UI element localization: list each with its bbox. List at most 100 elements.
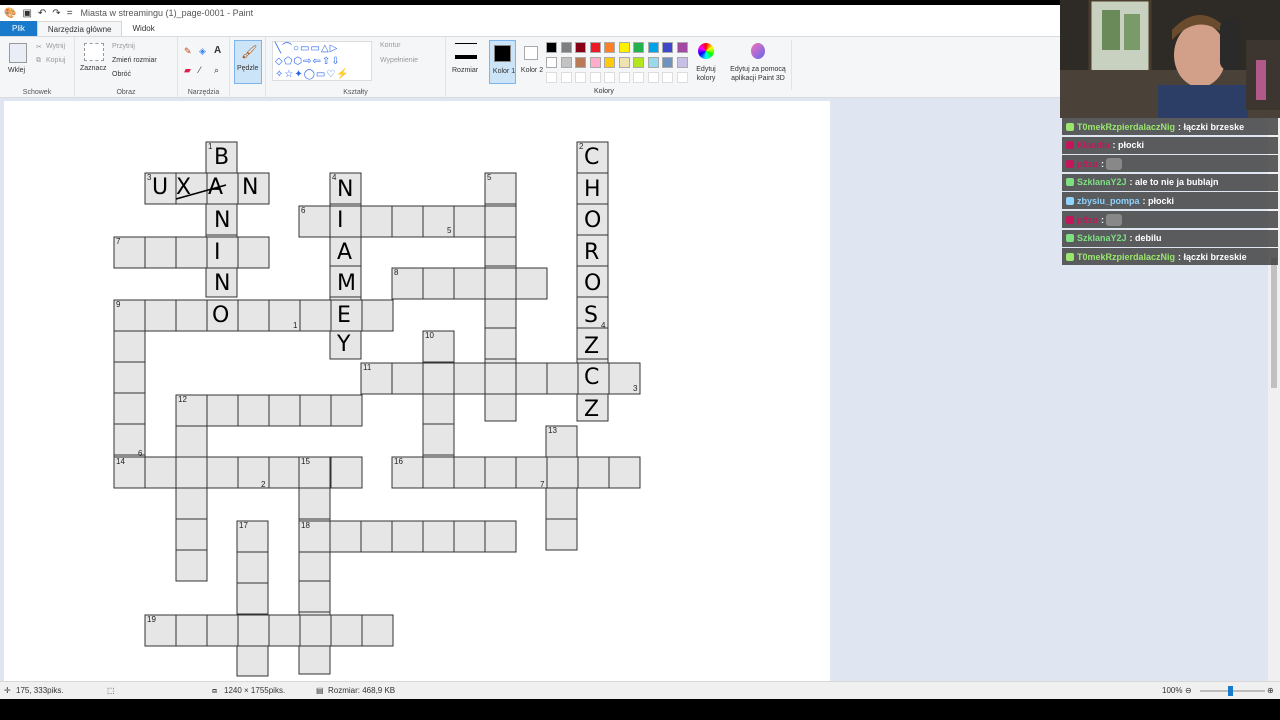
- text-icon[interactable]: A: [214, 45, 221, 56]
- palette-swatch[interactable]: [647, 57, 659, 68]
- custom-color-slot[interactable]: [589, 72, 601, 83]
- clue-number: 12: [178, 395, 187, 404]
- image-group-label: Obraz: [116, 89, 136, 96]
- palette-swatch[interactable]: [575, 42, 586, 53]
- custom-color-slot[interactable]: [604, 72, 615, 83]
- redo-icon[interactable]: ↷: [52, 8, 60, 19]
- palette-swatch[interactable]: [647, 42, 659, 53]
- tab-home[interactable]: Narzędzia główne: [36, 21, 123, 36]
- chat-text: : płocki: [1142, 195, 1175, 206]
- chat-username: SzklanaY2J: [1077, 177, 1127, 188]
- color2-button[interactable]: Kolor 2: [519, 40, 544, 84]
- clue-number: 11: [363, 363, 372, 372]
- color-picker-icon[interactable]: ⁄: [199, 65, 201, 75]
- paint3d-button[interactable]: Edytuj za pomocą aplikacji Paint 3D: [724, 40, 792, 90]
- eraser-icon[interactable]: ▰: [184, 65, 191, 76]
- palette-swatch[interactable]: [546, 57, 557, 68]
- paste-icon[interactable]: [9, 43, 27, 63]
- paint-app-icon[interactable]: 🎨: [4, 8, 16, 19]
- crop-button[interactable]: Przytnij: [112, 43, 135, 50]
- outline-button[interactable]: Kontur: [380, 42, 401, 49]
- clue-number: 13: [548, 426, 557, 435]
- select-icon[interactable]: [84, 43, 104, 61]
- chat-badge-icon: [1066, 234, 1074, 243]
- chat-badge-icon: [1066, 122, 1074, 131]
- zoom-out-icon[interactable]: ⊖: [1185, 686, 1192, 695]
- drawing-canvas[interactable]: 1 2 3 4 5 6 7 8 9 10 11 12 13 14 15 16 17 18 19 5 1 4 3 6 2 7 B N I N…: [4, 101, 830, 681]
- image-dimensions: 1240 × 1755piks.: [224, 686, 286, 695]
- save-icon[interactable]: ▣: [22, 8, 31, 19]
- paint3d-label: Edytuj za pomocą aplikacji Paint 3D: [730, 66, 786, 82]
- custom-color-slot[interactable]: [618, 72, 630, 83]
- palette-swatch[interactable]: [662, 42, 673, 53]
- chat-message: SzklanaY2J: debilu: [1062, 229, 1278, 247]
- paint-app: 🎨 ▣ ↶ ↷ = Miasta w streamingu (1)_page-0…: [0, 0, 1280, 720]
- magnifier-icon[interactable]: ⌕: [214, 65, 219, 76]
- image-dimensions-icon: ⧈: [212, 686, 218, 695]
- palette-swatch[interactable]: [575, 57, 586, 68]
- palette-swatch[interactable]: [633, 42, 644, 53]
- palette-swatch[interactable]: [662, 57, 673, 68]
- palette-swatch[interactable]: [676, 57, 688, 68]
- palette-swatch[interactable]: [676, 42, 688, 53]
- cursor-position-icon: ✛: [4, 686, 11, 695]
- clue-number: 19: [147, 615, 156, 624]
- custom-color-slot[interactable]: [633, 72, 644, 83]
- cut-button[interactable]: Wytnij: [46, 43, 65, 50]
- ribbon-tabs: Plik Narzędzia główne Widok: [0, 21, 1060, 36]
- custom-color-slot[interactable]: [546, 72, 557, 83]
- clue-number: 2: [261, 480, 266, 489]
- custom-color-slot[interactable]: [676, 72, 688, 83]
- size-icon[interactable]: [455, 43, 477, 59]
- shapes-gallery[interactable]: ╲⌒○▭▭△▷ ◇⬠⬡⇨⇦⇧⇩ ✧☆✦◯▭♡⚡: [272, 41, 372, 81]
- clue-number: 6: [138, 449, 143, 458]
- palette-swatch[interactable]: [546, 42, 557, 53]
- clue-number: 7: [540, 480, 545, 489]
- edit-colors-button[interactable]: Edytuj kolory: [692, 40, 720, 90]
- zoom-in-icon[interactable]: ⊕: [1267, 686, 1274, 695]
- bottom-border: [0, 699, 1280, 720]
- palette-swatch[interactable]: [560, 42, 572, 53]
- custom-color-slot[interactable]: [575, 72, 586, 83]
- color1-label: Kolor 1: [492, 68, 516, 75]
- color1-button[interactable]: Kolor 1: [489, 40, 516, 84]
- clue-number: 7: [116, 237, 121, 246]
- resize-button[interactable]: Zmień rozmiar: [112, 57, 157, 64]
- palette-swatch[interactable]: [589, 42, 601, 53]
- handwritten-letter: O: [584, 208, 602, 233]
- custom-color-slot[interactable]: [662, 72, 673, 83]
- palette-swatch[interactable]: [604, 57, 615, 68]
- palette-swatch[interactable]: [633, 57, 644, 68]
- fill-button[interactable]: Wypełnienie: [380, 57, 418, 64]
- select-button[interactable]: Zaznacz: [80, 65, 106, 72]
- chat-badge-icon: [1066, 159, 1074, 168]
- copy-button[interactable]: Kopiuj: [46, 57, 65, 64]
- palette-swatch[interactable]: [560, 57, 572, 68]
- undo-icon[interactable]: ↶: [38, 8, 46, 19]
- tab-file[interactable]: Plik: [0, 21, 37, 36]
- brush-icon: 🖌: [241, 44, 258, 59]
- brushes-button[interactable]: 🖌 Pędzle: [234, 40, 262, 84]
- chat-badge-icon: [1066, 178, 1074, 187]
- scrollbar-thumb[interactable]: [1271, 258, 1277, 388]
- custom-color-slot[interactable]: [647, 72, 659, 83]
- palette-swatch[interactable]: [604, 42, 615, 53]
- tab-view[interactable]: Widok: [122, 21, 164, 36]
- tools-group-label: Narzędzia: [187, 89, 220, 96]
- customize-dropdown-icon[interactable]: =: [67, 8, 73, 19]
- custom-color-slot[interactable]: [560, 72, 572, 83]
- chat-username: T0mekRzpierdalaczNig: [1077, 121, 1176, 132]
- rotate-button[interactable]: Obróć: [112, 71, 131, 78]
- size-button[interactable]: Rozmiar: [452, 67, 478, 74]
- palette-swatch[interactable]: [589, 57, 601, 68]
- pencil-icon[interactable]: ✎: [184, 46, 192, 57]
- shapes-group-label: Kształty: [343, 89, 368, 96]
- paste-button[interactable]: Wklej: [8, 67, 25, 74]
- palette-swatch[interactable]: [618, 42, 630, 53]
- zoom-slider-thumb[interactable]: [1228, 686, 1233, 696]
- handwritten-letter: E: [337, 303, 351, 328]
- zoom-slider[interactable]: [1200, 686, 1265, 696]
- palette-swatch[interactable]: [618, 57, 630, 68]
- clipboard-group-label: Schowek: [22, 89, 52, 96]
- fill-icon[interactable]: ◈: [199, 46, 206, 57]
